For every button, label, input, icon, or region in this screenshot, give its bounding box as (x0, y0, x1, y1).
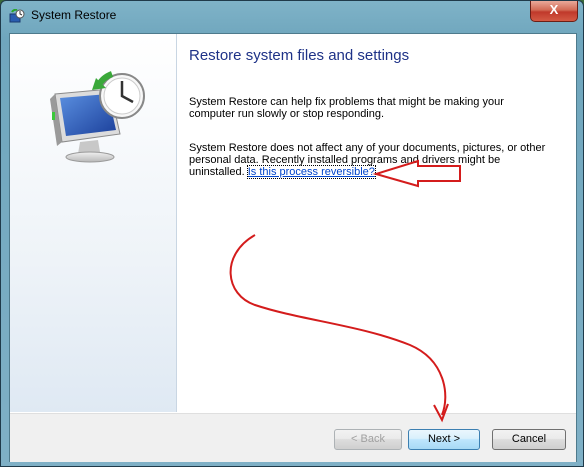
page-heading: Restore system files and settings (189, 47, 410, 64)
next-button[interactable]: Next > (408, 429, 480, 450)
close-button[interactable]: X (530, 1, 578, 22)
system-restore-app-icon (9, 9, 25, 23)
cancel-button[interactable]: Cancel (492, 429, 566, 450)
system-restore-window: System Restore X Restore system files an… (0, 0, 584, 467)
wizard-content: Restore system files and settings System… (9, 33, 577, 462)
left-banner-pane (10, 34, 177, 412)
back-button[interactable]: < Back (334, 429, 402, 450)
reversible-process-link[interactable]: Is this process reversible? (246, 165, 376, 179)
button-bar: < Back Next > Cancel (10, 413, 576, 462)
window-title: System Restore (31, 8, 117, 22)
info-paragraph: System Restore does not affect any of yo… (189, 142, 549, 179)
description-paragraph: System Restore can help fix problems tha… (189, 96, 504, 120)
title-bar[interactable]: System Restore X (1, 1, 583, 33)
system-restore-illustration-icon (50, 71, 145, 163)
